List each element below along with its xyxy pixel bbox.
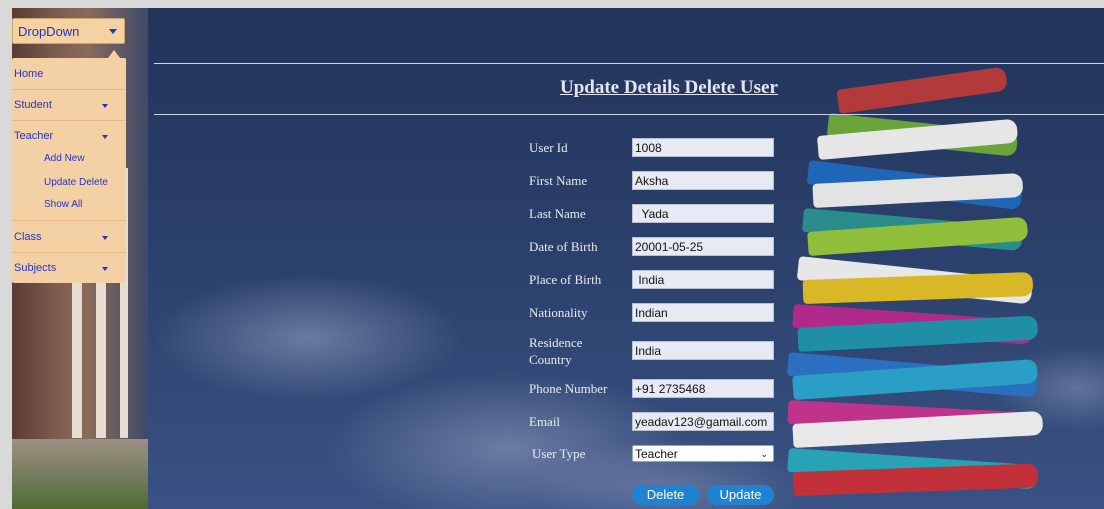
menu-divider: [12, 220, 126, 221]
phone-label: Phone Number: [529, 381, 608, 396]
user-type-value: Teacher: [635, 447, 678, 461]
last-name-label: Last Name: [529, 206, 586, 221]
residence-label-line1: Residence: [529, 335, 583, 350]
ground-image: [12, 439, 148, 509]
menu-item-label: Teacher: [14, 130, 54, 142]
email-label: Email: [529, 414, 561, 429]
update-button[interactable]: Update: [707, 485, 774, 505]
residence-label-line2: Country: [529, 352, 572, 367]
nationality-input[interactable]: Indian: [632, 303, 774, 322]
submenu-item-show-all[interactable]: Show All: [44, 199, 82, 210]
menu-divider: [12, 89, 126, 90]
phone-input[interactable]: +91 2735468: [632, 379, 774, 398]
dropdown-button[interactable]: DropDown: [12, 18, 125, 44]
menu-divider: [12, 252, 126, 253]
dob-input[interactable]: 20001-05-25: [632, 237, 774, 256]
caret-down-icon: [102, 267, 108, 271]
caret-down-icon: [102, 135, 108, 139]
dropdown-label: DropDown: [18, 24, 80, 39]
pob-label: Place of Birth: [529, 272, 602, 287]
menu-item-label: Subjects: [14, 262, 57, 274]
delete-button[interactable]: Delete: [632, 485, 699, 505]
menu-divider: [12, 120, 126, 121]
menu-pointer: [108, 50, 120, 58]
email-input[interactable]: yeadav123@gamail.com: [632, 412, 774, 431]
dob-label: Date of Birth: [529, 239, 598, 254]
header-rule-bottom: [154, 114, 1104, 115]
menu-item-label: Home: [14, 68, 44, 80]
user-id-input[interactable]: 1008: [632, 138, 774, 157]
first-name-input[interactable]: Aksha: [632, 171, 774, 190]
user-id-label: User Id: [529, 140, 568, 155]
user-type-label: User Type: [532, 446, 586, 461]
residence-input[interactable]: India: [632, 341, 774, 360]
menu-item-label: Class: [14, 231, 42, 243]
user-type-select[interactable]: Teacher ⌄: [632, 445, 774, 462]
nationality-label: Nationality: [529, 305, 588, 320]
page-title: Update Details Delete User: [560, 77, 778, 98]
dropdown-menu: Home Student Teacher Add New Update Dele…: [12, 58, 126, 283]
last-name-input[interactable]: Yada: [632, 204, 774, 223]
first-name-label: First Name: [529, 173, 588, 188]
caret-down-icon: [102, 104, 108, 108]
chevron-down-icon: ⌄: [760, 449, 768, 459]
caret-down-icon: [102, 236, 108, 240]
header-rule-top: [154, 63, 1104, 64]
caret-down-icon: [109, 29, 117, 34]
submenu-item-add-new[interactable]: Add New: [44, 153, 85, 164]
submenu-item-update-delete[interactable]: Update Delete: [44, 177, 108, 188]
pob-input[interactable]: India: [632, 270, 774, 289]
menu-item-label: Student: [14, 99, 52, 111]
